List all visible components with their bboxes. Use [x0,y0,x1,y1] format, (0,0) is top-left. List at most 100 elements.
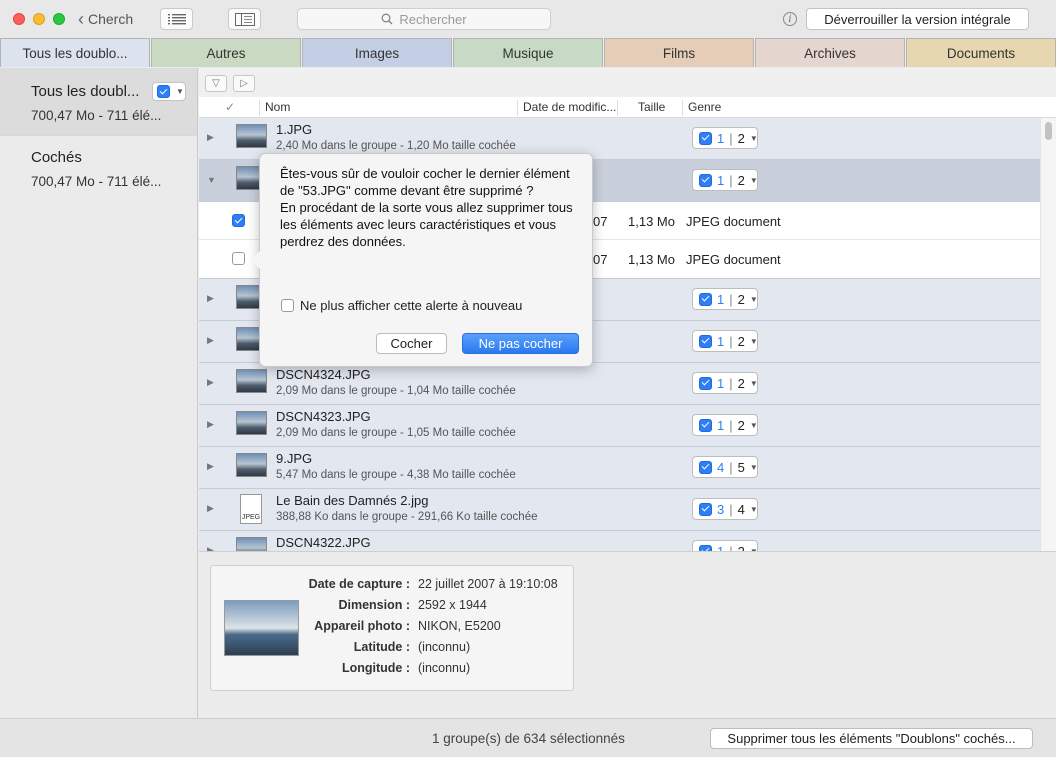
group-check-selector[interactable]: 1 | 2 ▼ [692,288,758,310]
confirm-check-popover: Êtes-vous sûr de vouloir cocher le derni… [251,153,593,367]
header-check-column[interactable]: ✓ [225,100,235,114]
tab-all-duplicates[interactable]: Tous les doublo... [0,38,150,67]
header-date-modified[interactable]: Date de modific... [517,100,617,116]
group-row[interactable]: ▶ DSCN4324.JPG 2,09 Mo dans le groupe - … [199,363,1040,405]
detail-label: Latitude : [353,640,410,654]
checkbox-checked [699,418,712,432]
details-pane: Date de capture : 22 juillet 2007 à 19:1… [199,551,1056,718]
do-not-check-button[interactable]: Ne pas cocher [462,333,579,354]
scrollbar-thumb[interactable] [1045,122,1052,140]
group-row[interactable]: ▶ DSCN4322.JPG 1 | 2 ▼ [199,531,1040,551]
file-checkbox[interactable] [232,214,245,227]
group-check-selector[interactable]: 1 | 2 ▼ [692,540,758,551]
sidebar-item-checked[interactable]: Cochés 700,47 Mo - 711 élé... [0,135,197,202]
total-count: 2 [737,543,745,552]
confirm-check-button[interactable]: Cocher [376,333,447,354]
back-button[interactable]: ‹ Cherch [78,10,133,28]
group-row[interactable]: ▶ JPEG Le Bain des Damnés 2.jpg 388,88 K… [199,489,1040,531]
triangle-right-icon: ▷ [240,78,248,89]
detail-label: Appareil photo : [314,619,410,633]
expand-all-button[interactable]: ▷ [233,75,255,92]
image-thumbnail [236,411,267,435]
file-name: DSCN4323.JPG [276,409,371,424]
disclosure-triangle-icon[interactable]: ▶ [207,132,214,143]
detail-label: Date de capture : [308,577,410,591]
status-bar: 1 groupe(s) de 634 sélectionnés Supprime… [0,718,1056,757]
dont-show-again-label: Ne plus afficher cette alerte à nouveau [300,298,523,313]
vertical-scrollbar[interactable] [1040,118,1056,551]
popover-message: Êtes-vous sûr de vouloir cocher le derni… [280,165,580,250]
list-view-button[interactable] [160,8,193,30]
popover-arrow [251,251,260,269]
tab-movies[interactable]: Films [604,38,754,67]
chevron-left-icon: ‹ [78,9,84,29]
detail-row-dimension: Dimension : 2592 x 1944 [291,598,486,612]
disclosure-triangle-icon[interactable]: ▶ [207,419,214,430]
file-name: Le Bain des Damnés 2.jpg [276,493,429,508]
group-check-selector[interactable]: 1 | 2 ▼ [692,127,758,149]
image-info-box: Date de capture : 22 juillet 2007 à 19:1… [210,565,574,691]
header-size[interactable]: Taille [617,100,682,116]
close-window-button[interactable] [13,13,25,25]
disclosure-triangle-open-icon[interactable]: ▼ [207,175,216,185]
file-date: 07 [593,252,608,267]
column-view-button[interactable] [228,8,261,30]
tab-archives[interactable]: Archives [755,38,905,67]
group-check-selector[interactable]: 4 | 5 ▼ [692,456,758,478]
zoom-window-button[interactable] [53,13,65,25]
file-size: 1,13 Mo [628,252,675,267]
tab-documents[interactable]: Documents [906,38,1056,67]
minimize-window-button[interactable] [33,13,45,25]
tab-others[interactable]: Autres [151,38,301,67]
checkbox-checked [699,131,712,145]
unlock-full-version-button[interactable]: Déverrouiller la version intégrale [806,8,1029,30]
detail-row-capture-date: Date de capture : 22 juillet 2007 à 19:1… [291,577,558,591]
group-check-selector[interactable]: 1 | 2 ▼ [692,414,758,436]
header-kind[interactable]: Genre [682,100,882,116]
checkbox-checked [699,173,712,187]
group-size-info: 2,09 Mo dans le groupe - 1,05 Mo taille … [276,427,516,439]
file-checkbox[interactable] [232,252,245,265]
disclosure-triangle-icon[interactable]: ▶ [207,461,214,472]
file-kind: JPEG document [686,214,781,229]
delete-checked-duplicates-button[interactable]: Supprimer tous les éléments "Doublons" c… [710,728,1033,749]
image-thumbnail [236,124,267,148]
detail-row-latitude: Latitude : (inconnu) [291,640,470,654]
file-name: DSCN4322.JPG [276,535,371,550]
detail-value: (inconnu) [418,661,471,675]
chevron-down-icon: ▼ [749,133,758,143]
dont-show-again-checkbox[interactable] [281,299,294,312]
group-row[interactable]: ▶ DSCN4323.JPG 2,09 Mo dans le groupe - … [199,405,1040,447]
dont-show-again-option[interactable]: Ne plus afficher cette alerte à nouveau [281,298,522,313]
checked-count: 1 [717,291,725,307]
total-count: 2 [737,172,745,188]
group-check-selector[interactable]: 1 | 2 ▼ [692,169,758,191]
file-kind: JPEG document [686,252,781,267]
group-check-selector[interactable]: 1 | 2 ▼ [692,330,758,352]
info-icon[interactable]: i [783,12,797,26]
header-name[interactable]: Nom [259,100,517,116]
disclosure-triangle-icon[interactable]: ▶ [207,335,214,346]
search-input[interactable]: Rechercher [297,8,551,30]
total-count: 2 [737,130,745,146]
triangle-down-icon: ▽ [212,78,220,89]
tab-images[interactable]: Images [302,38,452,67]
group-check-selector[interactable]: 3 | 4 ▼ [692,498,758,520]
checked-count: 3 [717,501,725,517]
table-header: ✓ Nom Date de modific... Taille Genre [199,97,1056,118]
sidebar-item-all-duplicates[interactable]: Tous les doubl... 700,47 Mo - 711 élé...… [0,68,197,135]
collapse-all-button[interactable]: ▽ [205,75,227,92]
search-placeholder: Rechercher [399,11,467,27]
tab-music[interactable]: Musique [453,38,603,67]
group-check-selector[interactable]: 1 | 2 ▼ [692,372,758,394]
disclosure-triangle-icon[interactable]: ▶ [207,377,214,388]
group-row[interactable]: ▶ 9.JPG 5,47 Mo dans le groupe - 4,38 Mo… [199,447,1040,489]
group-size-info: 388,88 Ko dans le groupe - 291,66 Ko tai… [276,511,538,523]
sidebar-item-summary: 700,47 Mo - 711 élé... [31,174,162,189]
disclosure-triangle-icon[interactable]: ▶ [207,293,214,304]
disclosure-triangle-icon[interactable]: ▶ [207,503,214,514]
file-name: 9.JPG [276,451,313,466]
sidebar-check-dropdown[interactable]: ▼ [152,82,186,101]
image-thumbnail [236,369,267,393]
file-name: 1.JPG [276,122,313,137]
